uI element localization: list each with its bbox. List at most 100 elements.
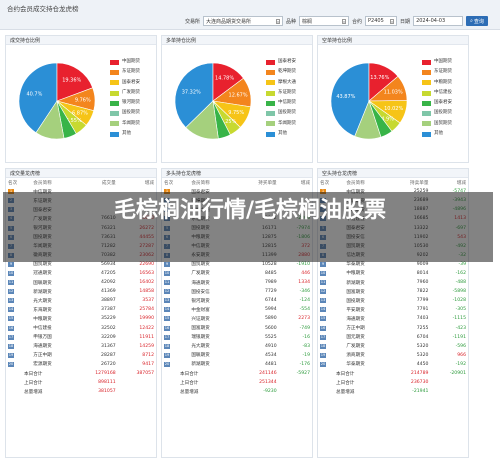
column-header[interactable]: 增减 [430,178,468,187]
column-header[interactable]: 成交量 [74,178,117,187]
legend-label: 摩根大通 [278,79,296,85]
amount-cell: 37387 [101,307,116,313]
date-input[interactable]: 2024-04-03 [413,16,464,26]
amount-cell: 7822 [416,289,429,295]
member-name: 新湖期货 [33,289,52,295]
column-header[interactable]: 会员简称 [344,178,389,187]
member-name: 新湖期货 [191,362,210,368]
legend-label: 国泰君安 [122,79,140,85]
legend-label: 其他 [122,131,131,137]
table-row[interactable]: 10 广发期货 8485 446 [162,269,312,278]
summary-row: 总量增减 -9230 [162,387,312,396]
member-name: 申银万国 [33,335,52,341]
table-row[interactable]: 17 申银万国 32209 11911 [6,333,156,342]
table-row[interactable]: 16 国富期货 5600 -749 [162,324,312,333]
table-row[interactable]: 10 中粮期货 8014 -162 [318,269,468,278]
table-row[interactable]: 13 国投期货 7799 -1028 [318,296,468,305]
legend-item: 乾坤期货 [266,67,296,77]
legend-swatch [422,69,431,75]
table-row[interactable]: 10 冠通期货 47205 16563 [6,269,156,278]
search-icon: ⌕ [470,18,473,24]
column-header[interactable]: 持卖单量 [389,178,430,187]
legend-item: 东证期货 [266,88,296,98]
table-row[interactable]: 14 中金财富 5994 -554 [162,305,312,314]
query-button[interactable]: ⌕ 查询 [466,16,488,26]
amount-cell: 32502 [101,325,116,331]
legend-label: 中信建投 [434,89,452,95]
summary-label: 上日合计 [336,380,355,386]
table-row[interactable]: 16 中信建投 32502 12422 [6,324,156,333]
table-row[interactable]: 13 光大期货 38897 3537 [6,296,156,305]
member-name: 海通期货 [33,344,52,350]
overlay-text: 毛棕榈油行情/毛棕榈油股票 [113,198,387,223]
table-row[interactable]: 16 方正中期 7255 -423 [318,324,468,333]
table-row[interactable]: 19 浙商期货 5320 966 [318,351,468,360]
column-header[interactable]: 会员简称 [31,178,74,187]
table-row[interactable]: 18 广发期货 5320 -596 [318,342,468,351]
amount-cell: 4481 [264,361,277,367]
legend-label: 东证期货 [434,69,452,75]
table-row[interactable]: 15 中粮期货 35229 19990 [6,314,156,323]
pie-slice-label: 19.36% [62,77,81,83]
legend-swatch [266,131,275,137]
table-row[interactable]: 15 兴证期货 5890 2273 [162,314,312,323]
table-row[interactable]: 14 东海期货 37387 25784 [6,305,156,314]
rank-badge: 20 [8,361,14,367]
summary-row: 本日合计 241146 -5927 [162,369,312,378]
column-header[interactable]: 增减 [118,178,156,187]
summary-value: -21941 [412,389,429,395]
column-header[interactable]: 名次 [162,178,189,187]
summary-change: -20901 [449,371,466,377]
table-row[interactable]: 19 国联期货 4534 -19 [162,351,312,360]
table-row[interactable]: 20 新湖期货 4481 -176 [162,360,312,369]
table-row[interactable]: 13 银河期货 6744 -124 [162,296,312,305]
legend-label: 中国期货 [434,59,452,64]
summary-value: 236730 [410,380,429,386]
column-header[interactable]: 持买单量 [236,178,279,187]
legend-item: 华闻期货 [110,119,140,129]
legend-swatch [266,59,275,65]
table-row[interactable]: 14 平安期货 7791 -305 [318,305,468,314]
table-row[interactable]: 15 海通期货 7403 -1115 [318,314,468,323]
table-row[interactable]: 12 新湖期货 41369 14858 [6,287,156,296]
rank-badge: 9 [8,261,14,267]
panel-title: 空单持仓比例 [318,36,468,45]
legend-item: 中国期货 [422,57,452,67]
table-row[interactable]: 18 光大期货 4910 -83 [162,342,312,351]
table-row[interactable]: 20 宏源期货 26720 9417 [6,360,156,369]
amount-cell: 5600 [264,325,277,331]
table-row[interactable]: 12 国富期货 7822 -5898 [318,287,468,296]
legend-item: 国投期货 [110,108,140,118]
table-row[interactable]: 11 新湖期货 7960 -488 [318,278,468,287]
amount-cell: 4534 [264,352,277,358]
column-header[interactable]: 增减 [279,178,312,187]
exchange-select[interactable]: 大连商品期货交易所 ▾ [203,16,284,26]
table-row[interactable]: 18 海通期货 31367 14259 [6,342,156,351]
legend-item: 国泰君安 [110,78,140,88]
member-name: 国元期货 [346,335,365,341]
rank-badge: 18 [8,343,14,349]
table-row[interactable]: 19 方正中期 28287 8712 [6,351,156,360]
table-row[interactable]: 20 华泰期货 4450 -192 [318,360,468,369]
chevron-down-icon: ▾ [276,18,281,24]
table-row[interactable]: 11 海通期货 7989 1334 [162,278,312,287]
column-header[interactable]: 名次 [6,178,31,187]
variety-select[interactable]: 棕榈 ▾ [299,16,350,26]
legend-swatch [422,80,431,86]
amount-cell: 35229 [101,316,116,322]
table-row[interactable]: 17 国元期货 6704 -1191 [318,333,468,342]
table-row[interactable]: 17 瑞银期货 5525 -16 [162,333,312,342]
contract-select[interactable]: P2405 ▾ [365,16,398,26]
summary-change [279,387,312,396]
column-header[interactable]: 会员简称 [189,178,235,187]
amount-cell: 7989 [264,280,277,286]
amount-cell: 5525 [264,334,277,340]
table-row[interactable]: 11 国联期货 42092 16402 [6,278,156,287]
contract-value: P2405 [368,18,384,24]
amount-cell: 32209 [101,334,116,340]
change-cell: -488 [455,280,466,286]
table-row[interactable]: 12 国投安信 7729 -346 [162,287,312,296]
panel-title: 多头持仓龙虎榜 [162,169,312,178]
column-header[interactable]: 名次 [318,178,344,187]
change-cell: 14259 [139,343,154,349]
